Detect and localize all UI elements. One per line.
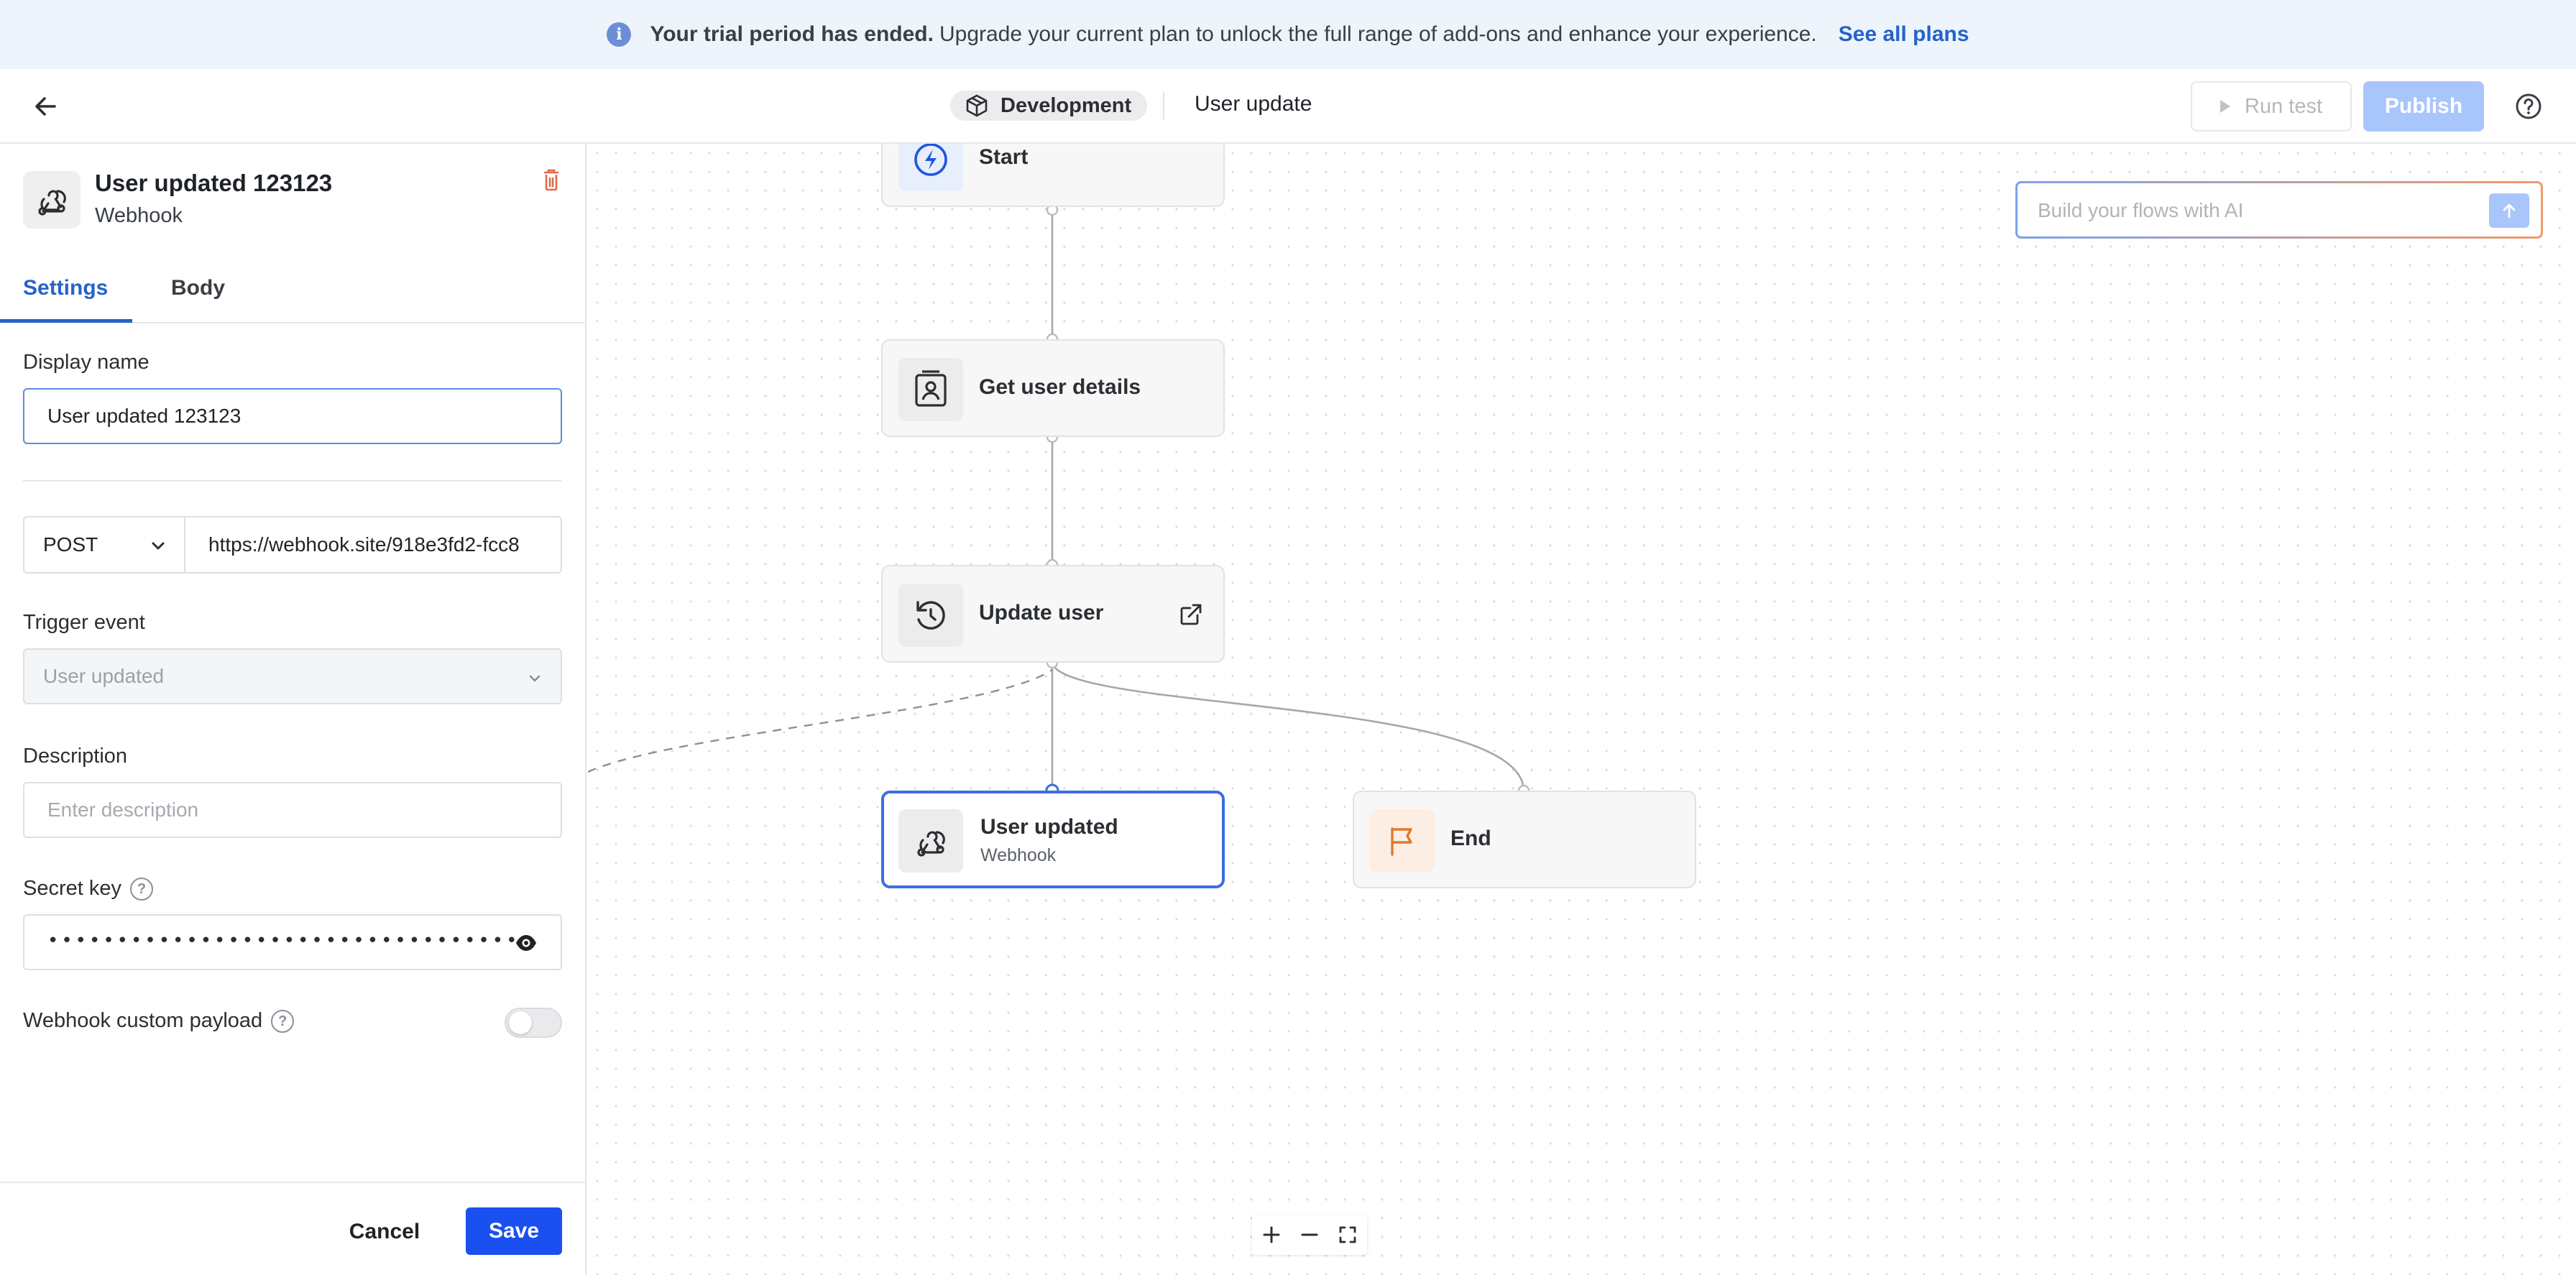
panel-title: User updated 123123 <box>95 170 333 196</box>
top-header: Development User update Run test Publish <box>0 69 2576 144</box>
chevron-down-icon <box>152 542 165 550</box>
node-label: Update user <box>979 601 1104 625</box>
environment-badge[interactable]: Development <box>950 91 1148 121</box>
node-label: Get user details <box>979 375 1141 399</box>
http-method-select[interactable]: POST <box>23 516 185 574</box>
toggle-knob <box>509 1011 532 1034</box>
header-separator <box>1163 92 1164 119</box>
panel-subtitle: Webhook <box>95 204 183 227</box>
see-all-plans-link[interactable]: See all plans <box>1839 22 1969 47</box>
environment-label: Development <box>1000 93 1132 117</box>
chevron-down-icon <box>529 675 540 682</box>
flag-icon <box>1370 809 1435 873</box>
help-circle-icon[interactable]: ? <box>271 1010 295 1034</box>
fullscreen-icon[interactable] <box>1333 1220 1362 1249</box>
ai-prompt-input[interactable] <box>2038 196 2455 225</box>
secret-key-label-text: Secret key <box>23 877 121 900</box>
trigger-event-select[interactable]: User updated <box>23 648 562 704</box>
trash-icon[interactable] <box>540 168 562 193</box>
help-circle-icon[interactable]: ? <box>130 878 153 901</box>
panel-footer: Cancel Save <box>0 1182 585 1275</box>
external-link-icon[interactable] <box>1179 602 1203 627</box>
node-label: Start <box>979 145 1029 169</box>
flow-canvas[interactable]: Start Get user details Update user User … <box>588 144 2576 1275</box>
secret-key-mask: •••••••••••••••••••••••••••••••••• <box>47 930 520 952</box>
user-card-icon <box>898 358 963 421</box>
display-name-label: Display name <box>23 351 150 374</box>
custom-payload-label-text: Webhook custom payload <box>23 1009 263 1032</box>
flow-node-start[interactable]: Start <box>881 144 1225 207</box>
edge-update-end <box>1051 662 1525 791</box>
info-icon: i <box>607 22 632 47</box>
description-label: Description <box>23 745 128 768</box>
node-settings-panel: User updated 123123 Webhook Settings Bod… <box>0 144 586 1275</box>
minus-icon[interactable] <box>1295 1220 1324 1249</box>
flow-node-user-updated[interactable]: User updated Webhook <box>881 791 1225 888</box>
run-test-label: Run test <box>2245 94 2322 118</box>
plus-icon[interactable] <box>1257 1220 1286 1249</box>
back-arrow-icon[interactable] <box>30 91 62 122</box>
flow-node-update-user[interactable]: Update user <box>881 565 1225 663</box>
secret-key-input[interactable]: •••••••••••••••••••••••••••••••••• <box>23 914 562 970</box>
display-name-input[interactable]: User updated 123123 <box>23 388 562 444</box>
play-icon <box>2220 100 2230 113</box>
trigger-event-label: Trigger event <box>23 611 145 634</box>
flow-edges <box>588 203 1530 798</box>
node-label: End <box>1450 827 1491 850</box>
banner-text: Upgrade your current plan to unlock the … <box>939 22 1817 46</box>
trial-banner: i Your trial period has ended. Upgrade y… <box>0 0 2576 69</box>
webhook-icon <box>23 171 80 229</box>
section-divider <box>23 480 562 482</box>
node-sublabel: Webhook <box>980 845 1057 865</box>
ai-prompt-box <box>2015 181 2543 239</box>
flow-name: User update <box>1195 92 1312 116</box>
tab-settings[interactable]: Settings <box>23 276 108 300</box>
custom-payload-label: Webhook custom payload? <box>23 1009 295 1034</box>
webhook-url-input[interactable]: https://webhook.site/918e3fd2-fcc8 <box>184 516 562 574</box>
flow-node-get-user-details[interactable]: Get user details <box>881 339 1225 437</box>
active-tab-indicator <box>0 319 132 323</box>
trigger-event-value: User updated <box>43 665 165 687</box>
http-method-value: POST <box>43 533 98 556</box>
secret-key-label: Secret key? <box>23 877 153 901</box>
lightning-icon <box>898 144 963 191</box>
banner-bold-text: Your trial period has ended. <box>650 22 934 46</box>
arrow-up-icon[interactable] <box>2489 193 2529 228</box>
tab-body[interactable]: Body <box>171 276 225 300</box>
refresh-icon <box>898 584 963 647</box>
panel-tabs: Settings Body <box>0 260 585 323</box>
publish-button[interactable]: Publish <box>2363 81 2484 132</box>
run-test-button[interactable]: Run test <box>2191 81 2352 132</box>
description-input[interactable]: Enter description <box>23 782 562 838</box>
custom-payload-toggle[interactable] <box>505 1008 562 1038</box>
help-icon[interactable] <box>2514 92 2543 121</box>
edge-dashed-offscreen <box>588 669 1053 773</box>
save-button[interactable]: Save <box>466 1207 562 1255</box>
package-icon <box>966 94 988 117</box>
node-label: User updated <box>980 815 1118 839</box>
eye-icon[interactable] <box>515 933 538 953</box>
zoom-controls <box>1252 1215 1367 1255</box>
webhook-icon <box>898 809 963 873</box>
flow-node-end[interactable]: End <box>1353 791 1696 888</box>
cancel-button[interactable]: Cancel <box>338 1209 431 1255</box>
